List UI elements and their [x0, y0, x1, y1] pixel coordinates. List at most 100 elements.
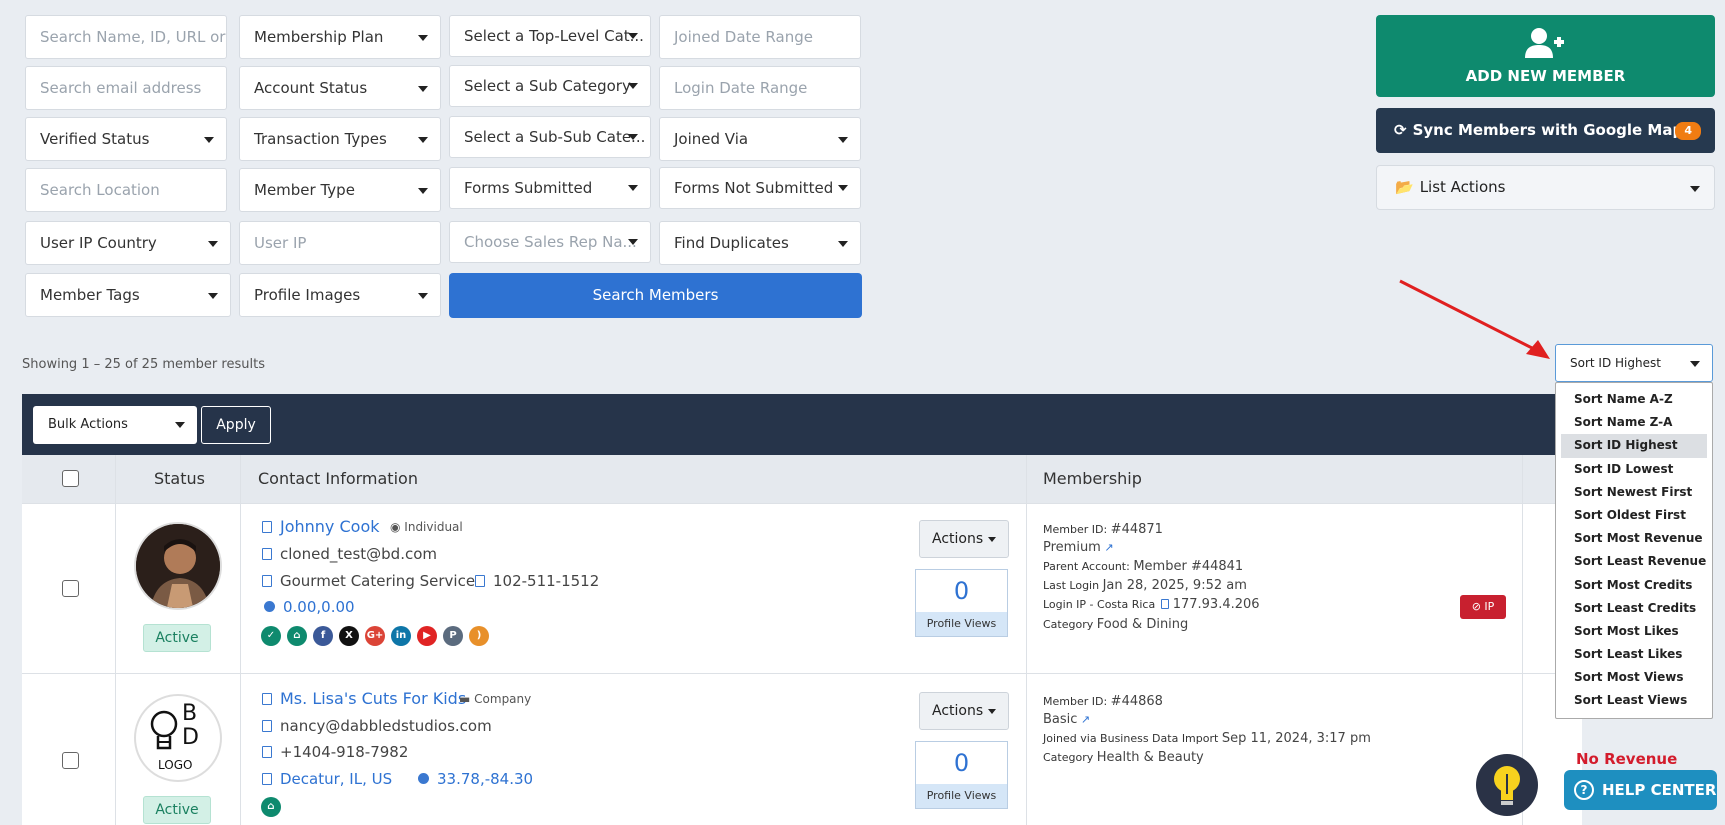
- search-name-input[interactable]: Search Name, ID, URL or: [25, 15, 227, 59]
- row-checkbox[interactable]: [62, 752, 79, 769]
- select-all-checkbox[interactable]: [62, 470, 79, 487]
- red-arrow-annotation: [1399, 279, 1550, 359]
- copy-icon[interactable]: [262, 575, 272, 587]
- forms-not-submitted-select[interactable]: Forms Not Submitted: [659, 167, 861, 209]
- find-duplicates-select[interactable]: Find Duplicates: [659, 221, 861, 265]
- actions-button[interactable]: Actions: [919, 520, 1009, 558]
- user-circle-icon: ◉: [390, 520, 405, 534]
- chevron-down-icon: [175, 422, 185, 428]
- plan-link[interactable]: Basic: [1043, 712, 1077, 727]
- search-location-input[interactable]: Search Location: [25, 168, 227, 212]
- help-center-button[interactable]: ? HELP CENTER: [1564, 770, 1717, 810]
- sort-option[interactable]: Sort Most Credits: [1561, 574, 1707, 597]
- x-twitter-icon[interactable]: X: [339, 626, 359, 646]
- table-toolbar: Bulk Actions Apply: [22, 394, 1582, 455]
- joined-date-input[interactable]: Joined Date Range: [659, 15, 861, 59]
- sort-option[interactable]: Sort Most Revenue: [1561, 527, 1707, 550]
- company: Gourmet Catering Service: [280, 572, 476, 590]
- sort-option[interactable]: Sort Least Revenue: [1561, 550, 1707, 573]
- last-login-label: Last Login: [1043, 579, 1100, 592]
- chevron-down-icon: [418, 35, 428, 41]
- account-status-select[interactable]: Account Status: [239, 66, 441, 110]
- pinterest-icon[interactable]: P: [443, 626, 463, 646]
- sort-option[interactable]: Sort Least Credits: [1561, 597, 1707, 620]
- copy-icon[interactable]: [262, 548, 272, 560]
- sort-option[interactable]: Sort Least Likes: [1561, 643, 1707, 666]
- home-icon[interactable]: ⌂: [287, 626, 307, 646]
- add-new-member-button[interactable]: ADD NEW MEMBER: [1376, 15, 1715, 97]
- actions-button[interactable]: Actions: [919, 692, 1009, 730]
- sort-option[interactable]: Sort Oldest First: [1561, 504, 1707, 527]
- logo-letter-d: D: [182, 725, 199, 750]
- joined-via-select[interactable]: Joined Via: [659, 117, 861, 161]
- sort-option[interactable]: Sort Most Views: [1561, 666, 1707, 689]
- results-count: Showing 1 – 25 of 25 member results: [22, 357, 265, 372]
- check-icon[interactable]: ✓: [261, 626, 281, 646]
- verified-status-select[interactable]: Verified Status: [25, 117, 227, 161]
- tips-lightbulb-button[interactable]: [1476, 754, 1538, 816]
- linkedin-icon[interactable]: in: [391, 626, 411, 646]
- sort-select[interactable]: Sort ID Highest: [1555, 344, 1713, 382]
- member-name[interactable]: Ms. Lisa's Cuts For Kids: [280, 689, 466, 708]
- coords[interactable]: 0.00,0.00: [283, 598, 355, 616]
- sort-option[interactable]: Sort Least Views: [1561, 689, 1707, 712]
- plan-line: Premium ↗: [1043, 540, 1114, 555]
- user-ip-country-select[interactable]: User IP Country: [25, 221, 231, 265]
- profile-images-select[interactable]: Profile Images: [239, 273, 441, 317]
- member-tags-select[interactable]: Member Tags: [25, 273, 231, 317]
- user-ip-input[interactable]: User IP: [239, 221, 441, 265]
- sort-option[interactable]: Sort Name A-Z: [1561, 388, 1707, 411]
- ip-badge-label: IP: [1484, 600, 1495, 613]
- parent-link[interactable]: Member #44841: [1133, 559, 1243, 574]
- joined-via-label: Joined Via: [674, 130, 749, 148]
- copy-icon[interactable]: [262, 746, 272, 758]
- social-icons: ✓ ⌂ f X G+ in ▶ P ): [261, 626, 489, 646]
- apply-button[interactable]: Apply: [201, 406, 271, 444]
- search-members-button[interactable]: Search Members: [449, 273, 862, 318]
- transaction-types-select[interactable]: Transaction Types: [239, 117, 441, 161]
- forms-submitted-select[interactable]: Forms Submitted: [449, 167, 651, 209]
- youtube-icon[interactable]: ▶: [417, 626, 437, 646]
- search-email-input[interactable]: Search email address: [25, 66, 227, 110]
- row-checkbox[interactable]: [62, 580, 79, 597]
- home-icon[interactable]: ⌂: [261, 797, 281, 817]
- copy-icon[interactable]: [1160, 599, 1169, 609]
- sales-rep-select[interactable]: Choose Sales Rep Na...: [449, 221, 651, 263]
- external-link-icon[interactable]: ↗: [1104, 541, 1113, 554]
- google-plus-icon[interactable]: G+: [365, 626, 385, 646]
- chevron-down-icon: [988, 537, 996, 542]
- copy-icon[interactable]: [262, 693, 272, 705]
- sync-google-maps-button[interactable]: ⟳ Sync Members with Google Maps 4: [1376, 108, 1715, 153]
- coords[interactable]: 33.78,-84.30: [437, 770, 533, 788]
- copy-icon[interactable]: [262, 521, 272, 533]
- member-name-link[interactable]: Ms. Lisa's Cuts For Kids: [262, 689, 466, 708]
- member-type-select[interactable]: Member Type: [239, 168, 441, 212]
- sort-option[interactable]: Sort Name Z-A: [1561, 411, 1707, 434]
- sub-sub-category-select[interactable]: Select a Sub-Sub Cate...: [449, 116, 651, 158]
- member-name[interactable]: Johnny Cook: [280, 517, 380, 536]
- globe-icon: [264, 601, 275, 612]
- rss-icon[interactable]: ): [469, 626, 489, 646]
- plan-link[interactable]: Premium: [1043, 540, 1101, 555]
- login-date-input[interactable]: Login Date Range: [659, 66, 861, 110]
- sort-option[interactable]: Sort Newest First: [1561, 481, 1707, 504]
- top-category-select[interactable]: Select a Top-Level Cat...: [449, 15, 651, 57]
- ip-ban-badge[interactable]: ⊘ IP: [1460, 595, 1506, 619]
- list-actions-dropdown[interactable]: 📂 List Actions: [1376, 165, 1715, 210]
- sort-option-selected[interactable]: Sort ID Highest: [1561, 434, 1707, 458]
- chevron-down-icon: [838, 137, 848, 143]
- copy-icon[interactable]: [475, 575, 485, 587]
- find-duplicates-label: Find Duplicates: [674, 234, 789, 252]
- copy-icon[interactable]: [262, 720, 272, 732]
- copy-icon[interactable]: [262, 773, 272, 785]
- bulk-actions-select[interactable]: Bulk Actions: [33, 406, 197, 444]
- external-link-icon[interactable]: ↗: [1081, 713, 1090, 726]
- member-name-link[interactable]: Johnny Cook: [262, 517, 380, 536]
- facebook-icon[interactable]: f: [313, 626, 333, 646]
- sub-category-select[interactable]: Select a Sub Category: [449, 65, 651, 107]
- membership-plan-select[interactable]: Membership Plan: [239, 15, 441, 59]
- location[interactable]: Decatur, IL, US: [280, 770, 392, 788]
- sort-option[interactable]: Sort Most Likes: [1561, 620, 1707, 643]
- sort-option[interactable]: Sort ID Lowest: [1561, 458, 1707, 481]
- joined-date: Sep 11, 2024, 3:17 pm: [1221, 731, 1371, 746]
